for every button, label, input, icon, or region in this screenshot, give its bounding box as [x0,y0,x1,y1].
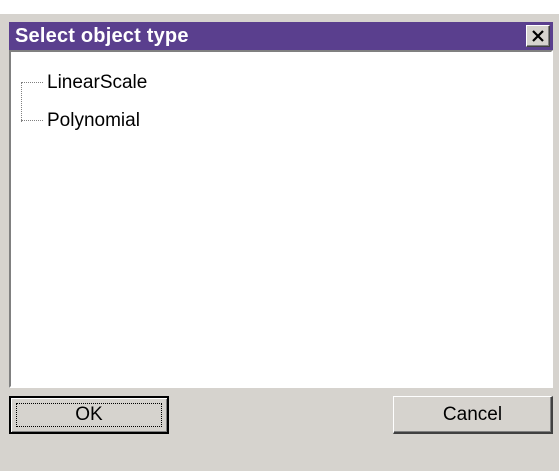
close-icon [532,30,544,42]
select-object-type-dialog: Select object type LinearScale Polynomia… [0,14,559,471]
title-bar: Select object type [9,22,553,50]
tree-item-polynomial[interactable]: Polynomial [21,109,140,133]
close-button[interactable] [526,25,550,47]
tree-item-linearscale[interactable]: LinearScale [21,71,147,95]
dialog-title: Select object type [15,25,189,47]
tree-item-label: Polynomial [47,110,140,131]
focus-rectangle [16,403,162,427]
cancel-button[interactable]: Cancel [393,396,553,434]
cancel-button-label: Cancel [442,403,503,425]
tree-connector [21,82,43,84]
object-type-tree[interactable]: LinearScale Polynomial [9,50,553,388]
tree-connector [21,120,43,122]
ok-button[interactable]: OK [9,396,169,434]
tree-item-label: LinearScale [47,72,148,93]
